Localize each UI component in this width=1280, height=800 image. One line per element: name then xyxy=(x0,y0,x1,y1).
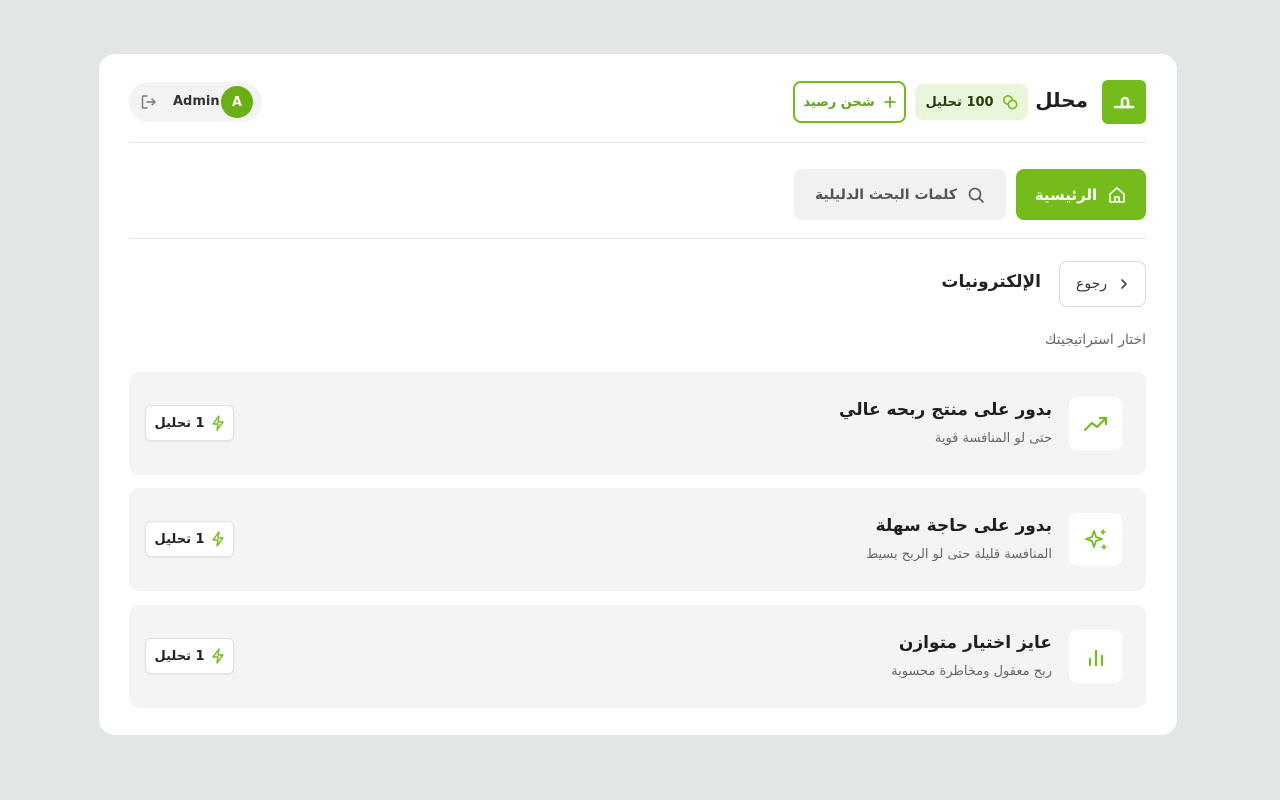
logout-icon[interactable] xyxy=(140,93,158,111)
chevron-right-icon xyxy=(1121,279,1127,289)
user-menu[interactable]: Admin A xyxy=(129,82,262,122)
coins-icon xyxy=(1002,95,1018,110)
back-label: رجوع xyxy=(1076,276,1108,292)
strategy-title: عايز اختيار متوازن xyxy=(898,633,1052,653)
nav-home-tab[interactable]: الرئيسية xyxy=(1016,169,1146,220)
sparkles-icon xyxy=(1084,528,1107,550)
home-icon xyxy=(1109,186,1125,203)
nav-keywords-label: كلمات البحث الدليلية xyxy=(814,186,958,203)
topup-button[interactable]: شحن رصيد xyxy=(793,81,906,123)
credits-balance: 100 تحليل xyxy=(915,84,1028,120)
cost-badge: 1 تحليل xyxy=(145,405,234,441)
strategy-title: بدور على منتج ربحه عالي xyxy=(839,400,1052,420)
user-name: Admin xyxy=(173,94,220,109)
strategy-subtitle: المنافسة قليلة حتى لو الربح بسيط xyxy=(866,547,1052,562)
cost-text: 1 تحليل xyxy=(154,531,205,547)
page-title: الإلكترونيات xyxy=(941,272,1041,292)
avatar: A xyxy=(221,86,253,118)
logo-mark-icon xyxy=(1113,96,1135,109)
strategy-card-easy[interactable]: بدور على حاجة سهلة المنافسة قليلة حتى لو… xyxy=(129,488,1146,591)
strategy-subtitle: ربح معقول ومخاطرة محسوبة xyxy=(891,664,1052,679)
brand-name: محلل xyxy=(1035,88,1088,112)
strategy-icon-box xyxy=(1069,397,1122,450)
section-label: اختار استراتيجيتك xyxy=(1044,332,1146,348)
strategy-card-high-profit[interactable]: بدور على منتج ربحه عالي حتى لو المنافسة … xyxy=(129,372,1146,475)
cost-badge: 1 تحليل xyxy=(145,638,234,674)
nav-divider xyxy=(129,238,1146,239)
app-header: محلل 100 تحليل شحن رصيد Admin A xyxy=(129,80,1146,124)
app-logo[interactable] xyxy=(1102,80,1146,124)
credits-text: 100 تحليل xyxy=(925,94,994,110)
cost-text: 1 تحليل xyxy=(154,648,205,664)
topup-label: شحن رصيد xyxy=(803,94,875,110)
cost-badge: 1 تحليل xyxy=(145,521,234,557)
strategy-icon-box xyxy=(1069,513,1122,566)
strategy-icon-box xyxy=(1069,630,1122,683)
search-icon xyxy=(968,187,984,203)
strategy-card-balanced[interactable]: عايز اختيار متوازن ربح معقول ومخاطرة محس… xyxy=(129,605,1146,708)
lightning-icon xyxy=(211,531,224,547)
trending-up-icon xyxy=(1083,416,1107,431)
nav-home-label: الرئيسية xyxy=(1034,185,1098,204)
main-card: محلل 100 تحليل شحن رصيد Admin A الرئيسية… xyxy=(99,54,1177,735)
lightning-icon xyxy=(211,415,224,431)
bar-chart-icon xyxy=(1088,649,1103,666)
lightning-icon xyxy=(211,648,224,664)
plus-icon xyxy=(883,96,896,108)
header-divider xyxy=(129,142,1146,143)
strategy-title: بدور على حاجة سهلة xyxy=(875,516,1052,536)
back-button[interactable]: رجوع xyxy=(1059,261,1146,307)
strategy-subtitle: حتى لو المنافسة قوية xyxy=(934,431,1052,446)
nav-keywords-tab[interactable]: كلمات البحث الدليلية xyxy=(794,169,1006,220)
cost-text: 1 تحليل xyxy=(154,415,205,431)
